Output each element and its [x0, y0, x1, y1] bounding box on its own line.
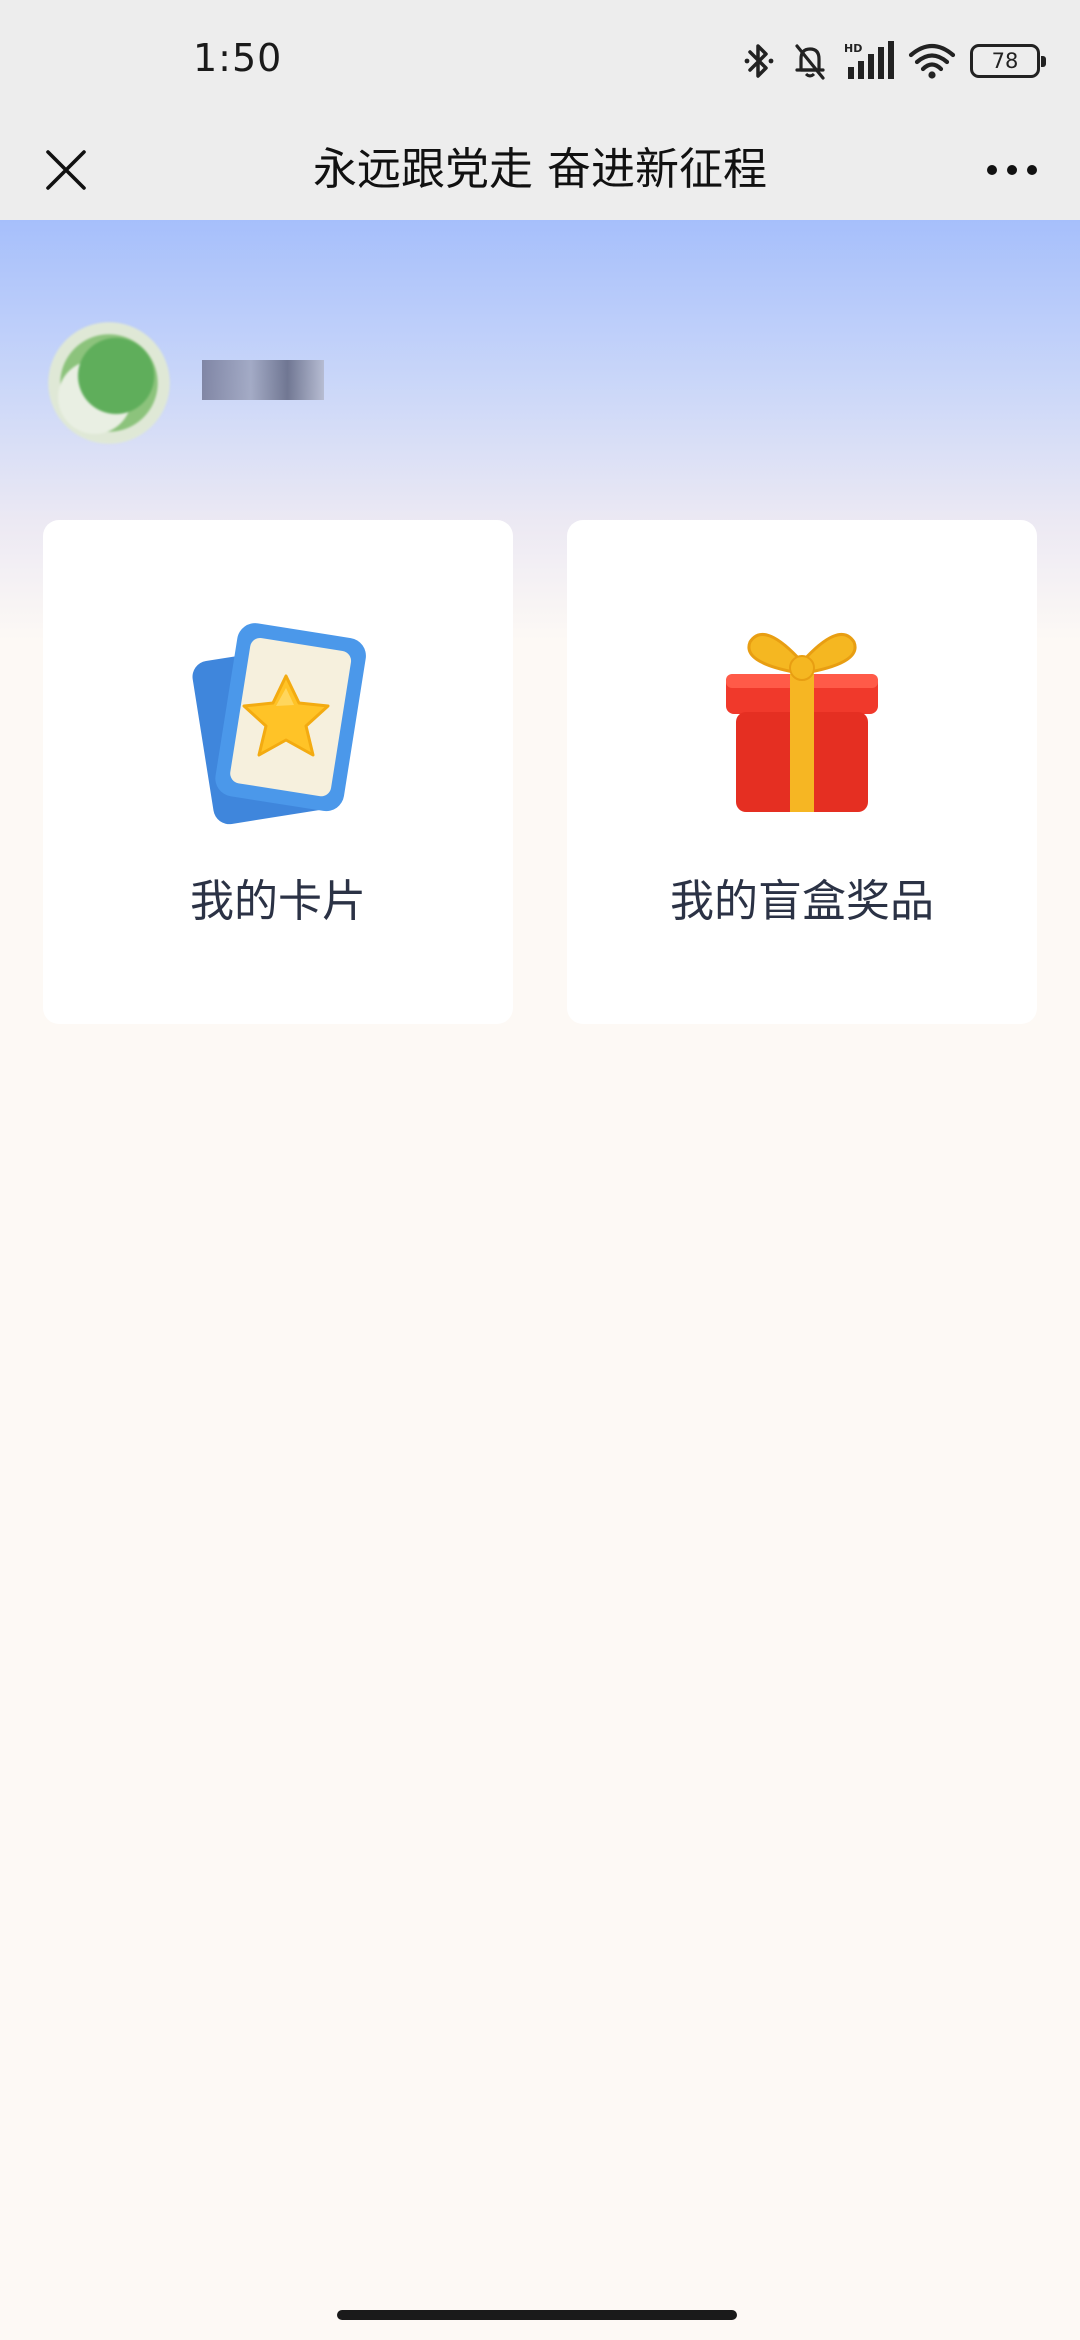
- battery-level: 78: [991, 49, 1019, 73]
- more-dot: [987, 165, 997, 175]
- hd-signal-icon: HD: [844, 41, 894, 79]
- my-cards-label: 我的卡片: [190, 876, 366, 927]
- star-card-icon: [192, 623, 366, 825]
- wifi-icon: [908, 43, 956, 79]
- battery-icon: 78: [970, 44, 1046, 78]
- status-time: 1:50: [193, 36, 283, 80]
- status-bar: 1:50 HD 78: [0, 0, 1080, 120]
- svg-text:HD: HD: [844, 42, 862, 55]
- avatar[interactable]: [38, 312, 180, 454]
- bell-off-icon: [795, 44, 825, 80]
- my-blind-box-prizes-button[interactable]: 我的盲盒奖品: [567, 520, 1037, 1024]
- bluetooth-icon: [744, 44, 774, 78]
- status-icons: HD 78: [742, 36, 1046, 86]
- my-blind-box-prizes-label: 我的盲盒奖品: [670, 876, 934, 927]
- more-button[interactable]: [972, 132, 1052, 208]
- home-indicator[interactable]: [337, 2310, 737, 2320]
- card-grid: 我的卡片 我的盲盒奖品: [43, 520, 1037, 1024]
- close-button[interactable]: [28, 132, 104, 208]
- page-title: 永远跟党走 奋进新征程: [313, 144, 767, 195]
- gift-box-icon: [726, 632, 878, 812]
- my-cards-button[interactable]: 我的卡片: [43, 520, 513, 1024]
- more-dot: [1027, 165, 1037, 175]
- more-dot: [1007, 165, 1017, 175]
- nav-bar: 永远跟党走 奋进新征程: [0, 120, 1080, 220]
- username: [202, 360, 324, 400]
- close-icon: [46, 150, 86, 190]
